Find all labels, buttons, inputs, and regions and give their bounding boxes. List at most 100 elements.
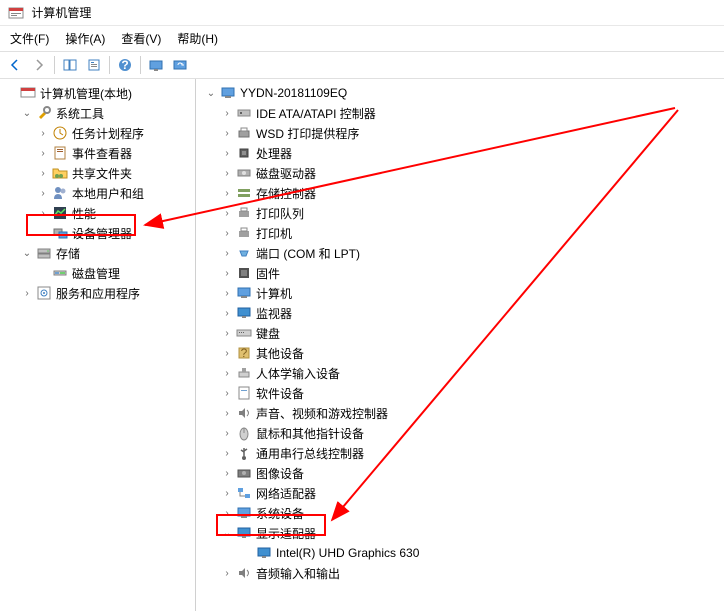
- expander-icon[interactable]: ›: [220, 206, 234, 220]
- tree-label: 人体学输入设备: [256, 365, 340, 382]
- expander-icon[interactable]: ›: [220, 306, 234, 320]
- tree-root-computer-mgmt[interactable]: ▾ 计算机管理(本地): [0, 83, 195, 103]
- tree-label: 事件查看器: [72, 145, 132, 162]
- back-button[interactable]: [4, 54, 26, 76]
- toolbar-separator: [109, 56, 110, 74]
- show-hide-tree-button[interactable]: [59, 54, 81, 76]
- device-display-card[interactable]: ›Intel(R) UHD Graphics 630: [196, 543, 724, 563]
- device-imaging[interactable]: ›图像设备: [196, 463, 724, 483]
- other-device-icon: ?: [236, 345, 252, 361]
- device-computer[interactable]: ⌄ YYDN-20181109EQ: [196, 83, 724, 103]
- tree-services[interactable]: › 服务和应用程序: [0, 283, 195, 303]
- expander-icon[interactable]: ⌄: [20, 106, 34, 120]
- expander-icon[interactable]: ›: [20, 286, 34, 300]
- device-wsd[interactable]: › WSD 打印提供程序: [196, 123, 724, 143]
- menu-help[interactable]: 帮助(H): [171, 28, 224, 49]
- device-system[interactable]: ›系统设备: [196, 503, 724, 523]
- right-tree-pane[interactable]: ⌄ YYDN-20181109EQ ›IDE ATA/ATAPI 控制器 › WS…: [196, 79, 724, 611]
- expander-icon[interactable]: ›: [36, 186, 50, 200]
- tree-task-scheduler[interactable]: › 任务计划程序: [0, 123, 195, 143]
- device-computer-type[interactable]: ›计算机: [196, 283, 724, 303]
- tree-disk-mgmt[interactable]: › 磁盘管理: [0, 263, 195, 283]
- expander-icon[interactable]: ›: [220, 286, 234, 300]
- expander-icon[interactable]: ›: [220, 466, 234, 480]
- tree-label: 声音、视频和游戏控制器: [256, 405, 388, 422]
- event-icon: [52, 145, 68, 161]
- titlebar: 计算机管理: [0, 0, 724, 26]
- expander-icon[interactable]: ›: [220, 346, 234, 360]
- hid-icon: [236, 365, 252, 381]
- expander-icon[interactable]: ›: [220, 486, 234, 500]
- tree-system-tools[interactable]: ⌄ 系统工具: [0, 103, 195, 123]
- tree-storage[interactable]: ⌄ 存储: [0, 243, 195, 263]
- expander-icon[interactable]: ›: [220, 566, 234, 580]
- expander-icon[interactable]: ›: [220, 226, 234, 240]
- tree-device-manager[interactable]: › 设备管理器: [0, 223, 195, 243]
- tree-label: 软件设备: [256, 385, 304, 402]
- device-processor[interactable]: ›处理器: [196, 143, 724, 163]
- device-disk-drives[interactable]: ›磁盘驱动器: [196, 163, 724, 183]
- device-usb[interactable]: ›通用串行总线控制器: [196, 443, 724, 463]
- device-ide-atapi[interactable]: ›IDE ATA/ATAPI 控制器: [196, 103, 724, 123]
- expander-icon[interactable]: ›: [36, 206, 50, 220]
- expander-icon[interactable]: ›: [36, 166, 50, 180]
- tree-shared-folders[interactable]: › 共享文件夹: [0, 163, 195, 183]
- tree-local-users[interactable]: › 本地用户和组: [0, 183, 195, 203]
- print-queue-icon: [236, 205, 252, 221]
- menu-file[interactable]: 文件(F): [4, 28, 55, 49]
- expander-icon[interactable]: ⌄: [20, 246, 34, 260]
- menu-view[interactable]: 查看(V): [115, 28, 167, 49]
- expander-icon[interactable]: ›: [220, 406, 234, 420]
- device-storage-controllers[interactable]: ›存储控制器: [196, 183, 724, 203]
- expander-icon[interactable]: ›: [220, 246, 234, 260]
- device-ports[interactable]: ›端口 (COM 和 LPT): [196, 243, 724, 263]
- device-sound[interactable]: › 声音、视频和游戏控制器: [196, 403, 724, 423]
- expander-icon[interactable]: ⌄: [204, 86, 218, 100]
- expander-icon[interactable]: ›: [220, 326, 234, 340]
- device-monitor[interactable]: ›监视器: [196, 303, 724, 323]
- svg-text:?: ?: [241, 346, 248, 360]
- expander-icon[interactable]: ›: [220, 166, 234, 180]
- device-audio[interactable]: ›音频输入和输出: [196, 563, 724, 583]
- device-keyboard[interactable]: ›键盘: [196, 323, 724, 343]
- tree-label: 网络适配器: [256, 485, 316, 502]
- expander-icon[interactable]: ›: [220, 106, 234, 120]
- toolbar-separator: [54, 56, 55, 74]
- device-other[interactable]: ›?其他设备: [196, 343, 724, 363]
- properties-button[interactable]: [83, 54, 105, 76]
- device-display-adapters[interactable]: ⌄显示适配器: [196, 523, 724, 543]
- tree-label: 系统工具: [56, 105, 104, 122]
- tree-label: 打印机: [256, 225, 292, 242]
- device-hid[interactable]: › 人体学输入设备: [196, 363, 724, 383]
- device-firmware[interactable]: ›固件: [196, 263, 724, 283]
- device-network[interactable]: › 网络适配器: [196, 483, 724, 503]
- device-manager-icon: [52, 225, 68, 241]
- expander-icon[interactable]: ›: [220, 366, 234, 380]
- device-software[interactable]: › 软件设备: [196, 383, 724, 403]
- help-button[interactable]: ?: [114, 54, 136, 76]
- device-print-queue[interactable]: ›打印队列: [196, 203, 724, 223]
- tree-label: WSD 打印提供程序: [256, 125, 359, 142]
- expander-icon[interactable]: ›: [220, 446, 234, 460]
- menu-action[interactable]: 操作(A): [59, 28, 111, 49]
- toolbar-separator: [140, 56, 141, 74]
- expander-icon[interactable]: ›: [220, 266, 234, 280]
- left-tree-pane[interactable]: ▾ 计算机管理(本地) ⌄ 系统工具 › 任务计划程序 › 事件查看器 › 共享…: [0, 79, 196, 611]
- expander-icon[interactable]: ›: [220, 146, 234, 160]
- refresh-button[interactable]: [169, 54, 191, 76]
- view-button[interactable]: [145, 54, 167, 76]
- expander-icon[interactable]: ›: [220, 186, 234, 200]
- expander-icon[interactable]: ›: [36, 126, 50, 140]
- device-printer[interactable]: › 打印机: [196, 223, 724, 243]
- expander-icon[interactable]: ›: [220, 386, 234, 400]
- expander-icon[interactable]: ›: [220, 126, 234, 140]
- menubar: 文件(F) 操作(A) 查看(V) 帮助(H): [0, 26, 724, 51]
- forward-button[interactable]: [28, 54, 50, 76]
- tree-event-viewer[interactable]: › 事件查看器: [0, 143, 195, 163]
- expander-icon[interactable]: ›: [220, 426, 234, 440]
- tree-performance[interactable]: › 性能: [0, 203, 195, 223]
- expander-icon[interactable]: ⌄: [220, 526, 234, 540]
- expander-icon[interactable]: ›: [220, 506, 234, 520]
- expander-icon[interactable]: ›: [36, 146, 50, 160]
- device-mouse[interactable]: ›鼠标和其他指针设备: [196, 423, 724, 443]
